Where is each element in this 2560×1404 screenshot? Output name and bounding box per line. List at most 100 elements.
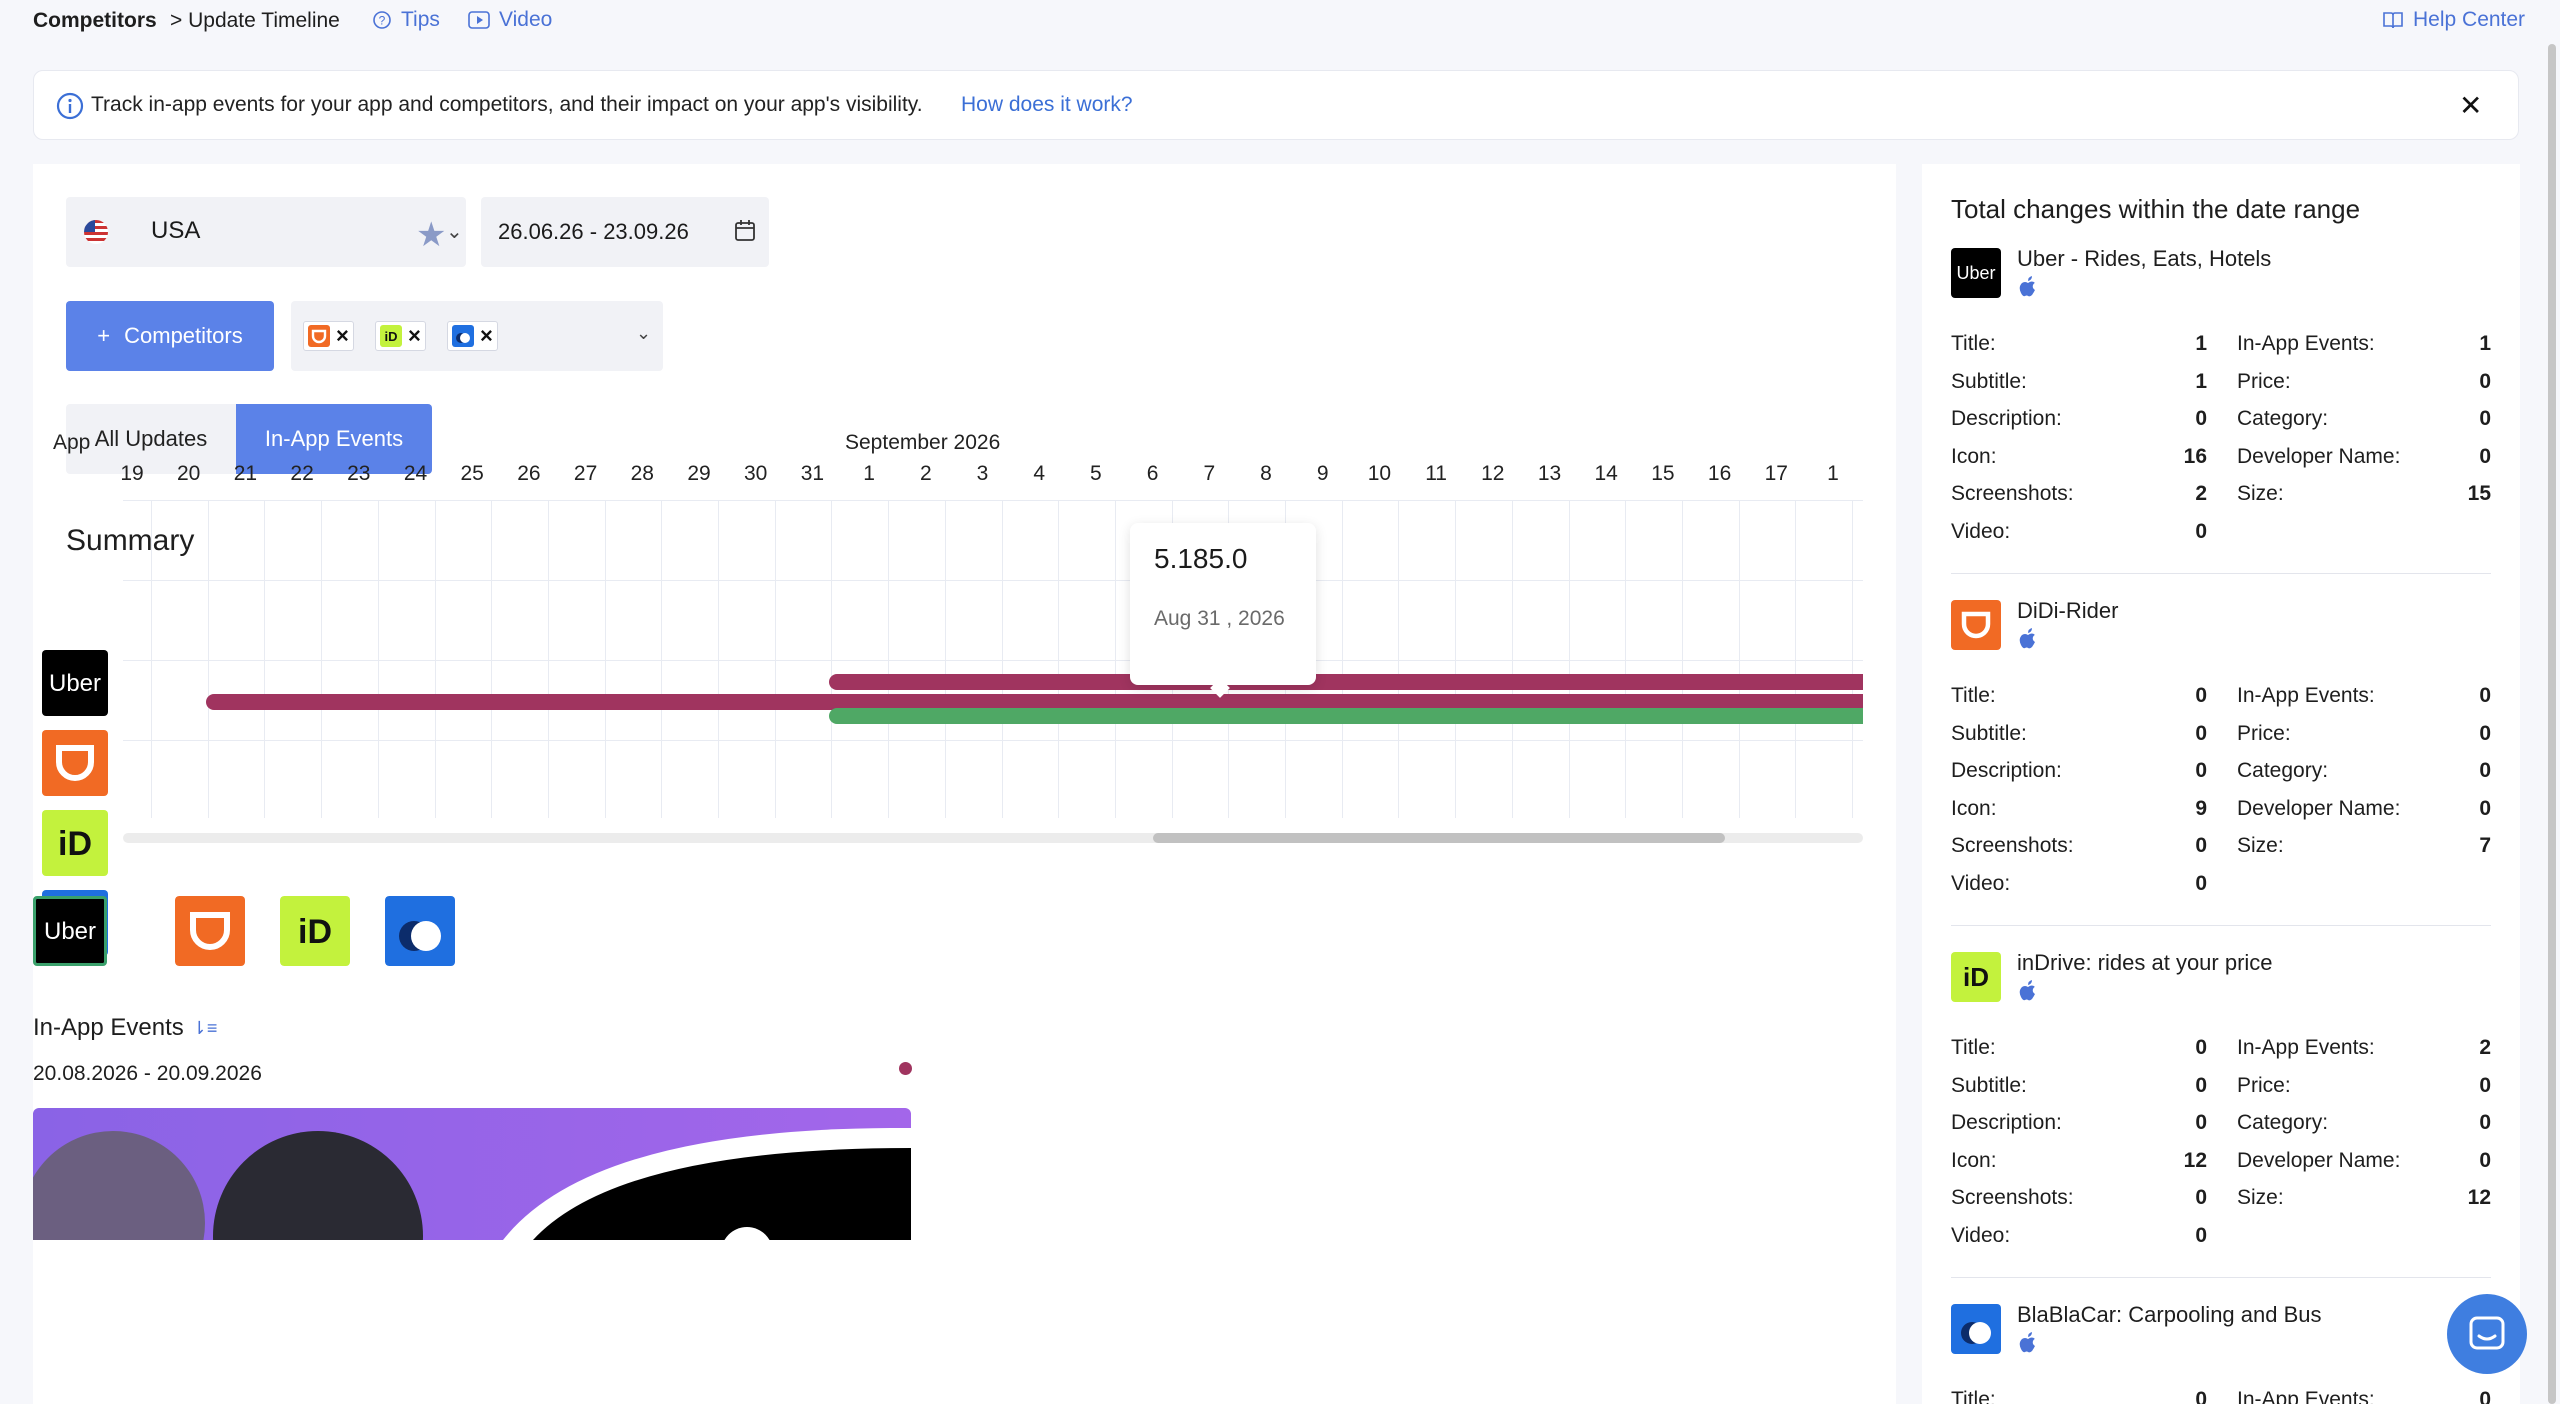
breadcrumb-root[interactable]: Competitors	[33, 9, 157, 33]
competitors-select[interactable]: × iD × × ⌄	[291, 301, 663, 371]
grid-line	[774, 500, 776, 818]
stat-value: 0	[2195, 1111, 2207, 1134]
stat-value: 0	[2479, 407, 2491, 430]
svg-text:Uber: Uber	[44, 918, 96, 945]
day-label: 10	[1367, 462, 1392, 485]
day-label: 13	[1537, 462, 1562, 485]
stat-label: Title:	[1951, 332, 1996, 355]
grid-line	[1681, 500, 1683, 818]
stat-value: 0	[2479, 759, 2491, 782]
day-label: 4	[1033, 462, 1046, 485]
remove-chip-icon[interactable]: ×	[480, 325, 493, 347]
grid-line	[1114, 500, 1116, 818]
uber-icon: Uber	[42, 650, 108, 716]
stat-label: In-App Events:	[2237, 684, 2375, 707]
stat-label: Icon:	[1951, 796, 1997, 820]
event-marker-dot	[899, 1062, 912, 1075]
vertical-scrollbar[interactable]	[2548, 44, 2558, 1404]
stat-label: Description:	[1951, 407, 2062, 430]
remove-chip-icon[interactable]: ×	[408, 325, 421, 347]
app-filter-indrive[interactable]: iD	[280, 896, 354, 966]
day-label: 14	[1594, 462, 1618, 485]
scrollbar-thumb[interactable]	[2548, 44, 2556, 1404]
horizontal-scrollbar[interactable]	[123, 833, 1863, 843]
stat-label: Icon:	[1951, 444, 1997, 468]
timeline-grid	[123, 500, 1863, 818]
day-label: 28	[630, 462, 654, 485]
star-icon[interactable]: ★	[416, 215, 446, 255]
stat-label: Subtitle:	[1951, 369, 2027, 393]
uber-icon: Uber	[1951, 248, 2001, 298]
stat-value: 2	[2479, 1036, 2491, 1059]
stat-label: Size:	[2237, 1186, 2284, 1209]
day-label: 8	[1260, 462, 1272, 485]
in-app-event-card[interactable]	[33, 1108, 911, 1240]
date-range-picker[interactable]: 26.06.26 - 23.09.26	[481, 197, 769, 267]
stat-label: Developer Name:	[2237, 1148, 2401, 1172]
grid-line	[1738, 500, 1740, 818]
competitors-button-label: Competitors	[124, 323, 243, 348]
stat-value: 0	[2195, 1073, 2207, 1097]
app-filter-uber[interactable]: Uber	[33, 896, 107, 966]
day-label: 12	[1481, 462, 1505, 485]
indrive-icon: iD	[380, 325, 402, 347]
book-icon	[2383, 12, 2403, 29]
day-label: 31	[800, 462, 825, 485]
changes-sidebar: Total changes within the date range Uber…	[1922, 164, 2520, 1404]
country-select[interactable]: USA ★ ⌄	[66, 197, 466, 267]
divider	[1951, 1277, 2491, 1278]
video-label: Video	[499, 8, 553, 31]
app-filter-blablacar[interactable]	[385, 896, 459, 966]
grid-row-line	[123, 660, 1863, 661]
help-center-link[interactable]: Help Center	[2382, 8, 2525, 32]
timeline-bar[interactable]	[829, 674, 1863, 690]
video-link[interactable]: Video	[468, 8, 552, 32]
svg-text:iD: iD	[58, 825, 92, 863]
app-filter-didi[interactable]	[175, 896, 249, 966]
stat-label: Icon:	[1951, 1148, 1997, 1172]
chat-launcher-button[interactable]	[2447, 1294, 2527, 1374]
stat-value: 12	[2467, 1186, 2491, 1209]
grid-row-line	[123, 580, 1863, 581]
stat-value: 0	[2479, 369, 2491, 393]
calendar-icon	[735, 220, 755, 241]
in-app-events-title: In-App Events	[33, 1014, 184, 1041]
stat-value: 0	[2195, 721, 2207, 745]
stat-value: 0	[2195, 834, 2207, 857]
tooltip-date: Aug 31 , 2026	[1154, 607, 1285, 630]
stat-value: 9	[2195, 796, 2207, 820]
day-label: 9	[1316, 462, 1329, 485]
stat-label: Price:	[2237, 721, 2291, 745]
day-label: 1	[1827, 462, 1839, 485]
svg-text:iD: iD	[385, 329, 398, 344]
tips-link[interactable]: ? Tips	[372, 8, 440, 32]
stat-label: Size:	[2237, 834, 2284, 857]
stat-label: Video:	[1951, 871, 2011, 895]
how-does-it-work-link[interactable]: How does it work?	[961, 93, 1133, 117]
apple-icon	[2017, 978, 2039, 1002]
day-label: 27	[573, 462, 598, 485]
apple-icon	[2017, 1330, 2039, 1354]
add-competitors-button[interactable]: + Competitors	[66, 301, 274, 371]
day-label: 29	[687, 462, 711, 485]
grid-line	[1625, 500, 1627, 818]
svg-text:Uber: Uber	[49, 670, 101, 697]
scrollbar-thumb[interactable]	[1153, 833, 1725, 843]
stat-label: Developer Name:	[2237, 796, 2401, 820]
stat-label: Category:	[2237, 1111, 2329, 1134]
day-label: 20	[177, 462, 201, 485]
app-column-label: App	[53, 431, 91, 454]
sort-icon[interactable]: ⇂≡	[192, 1018, 218, 1039]
stat-value: 0	[2195, 684, 2207, 707]
stat-label: Category:	[2237, 759, 2329, 782]
remove-chip-icon[interactable]: ×	[336, 325, 349, 347]
close-icon[interactable]: ✕	[2459, 89, 2482, 122]
stat-label: Description:	[1951, 1111, 2062, 1134]
timeline-bar[interactable]	[829, 708, 1863, 724]
grid-line	[1795, 500, 1797, 818]
stat-value: 0	[2195, 1186, 2207, 1209]
stat-value: 0	[2195, 871, 2207, 895]
stat-value: 0	[2479, 796, 2491, 820]
grid-line	[1001, 500, 1003, 818]
stat-label: Size:	[2237, 482, 2284, 505]
